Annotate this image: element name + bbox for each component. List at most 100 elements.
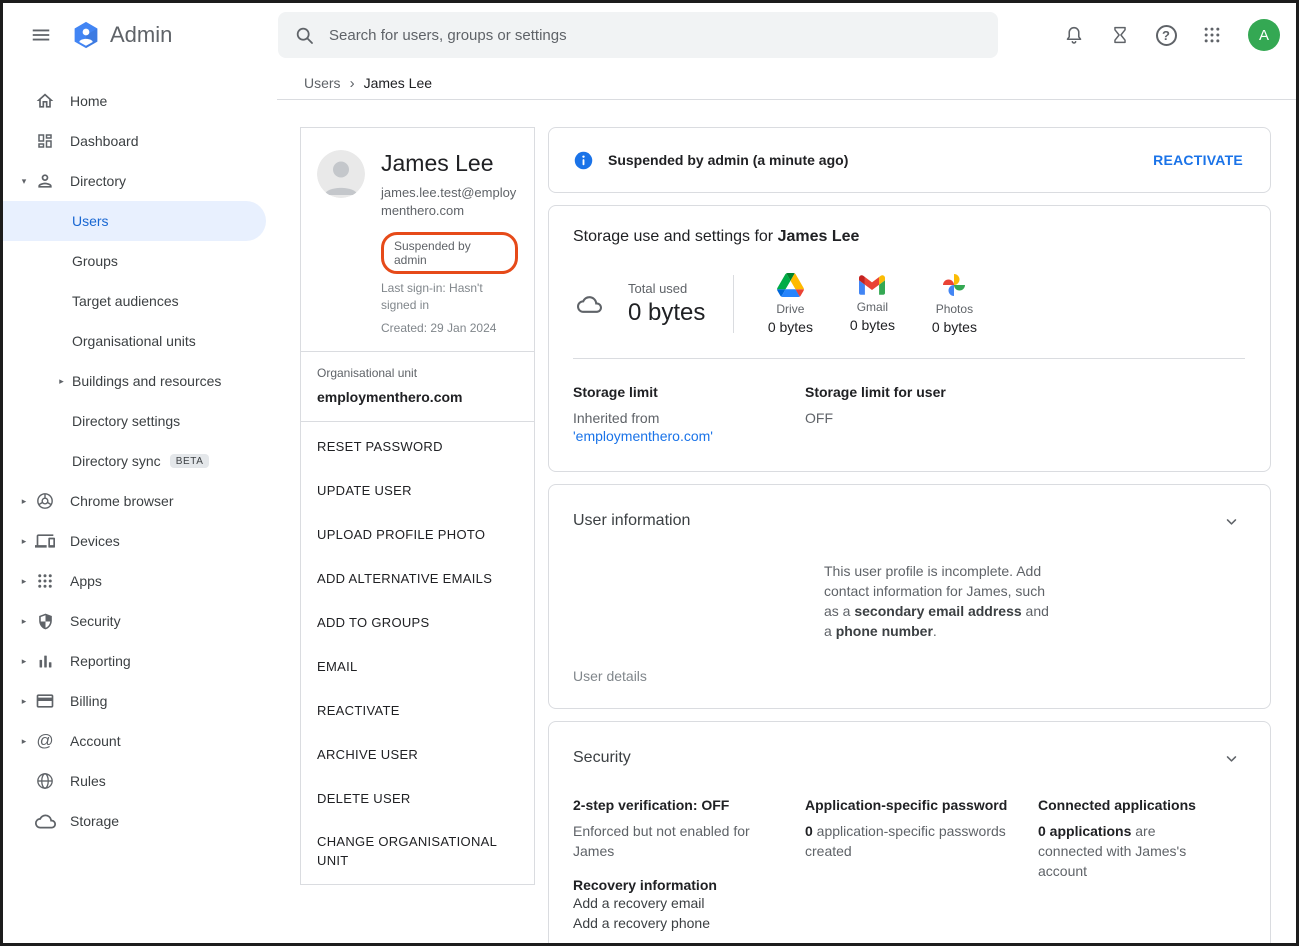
expand-arrow-icon[interactable]: ▸ <box>15 496 33 507</box>
total-used-block: Total used 0 bytes <box>628 281 705 327</box>
admin-console-window: Admin ? A <box>0 0 1299 946</box>
sidebar-item-home[interactable]: Home <box>3 81 277 121</box>
breadcrumb: Users › James Lee <box>277 67 1296 100</box>
admin-logo[interactable]: Admin <box>71 20 172 50</box>
sidebar-item-directory-settings[interactable]: Directory settings <box>3 401 277 441</box>
search-input[interactable] <box>329 27 982 44</box>
count-bold: 0 applications <box>1038 823 1131 839</box>
add-recovery-phone-link[interactable]: Add a recovery phone <box>573 913 805 933</box>
expand-arrow-icon[interactable]: ▸ <box>15 536 33 547</box>
at-sign-icon: @ <box>33 729 57 753</box>
search-icon <box>294 25 315 46</box>
app-title: Admin <box>110 22 172 48</box>
user-storage-limit-value: OFF <box>805 409 1037 427</box>
app-password-column: Application-specific password 0 applicat… <box>805 797 1038 933</box>
account-avatar[interactable]: A <box>1248 19 1280 51</box>
search-bar[interactable] <box>278 12 998 58</box>
sidebar-item-storage[interactable]: Storage <box>3 801 277 841</box>
sidebar-item-apps[interactable]: ▸ Apps <box>3 561 277 601</box>
notifications-bell-icon[interactable] <box>1054 15 1094 55</box>
reset-password-button[interactable]: RESET PASSWORD <box>301 424 534 468</box>
update-user-button[interactable]: UPDATE USER <box>301 468 534 512</box>
storage-limit-label: Storage limit <box>573 384 805 400</box>
sidebar-item-buildings-and-resources[interactable]: ▸ Buildings and resources <box>3 361 277 401</box>
sidebar-item-account[interactable]: ▸ @ Account <box>3 721 277 761</box>
profile-incomplete-message: This user profile is incomplete. Add con… <box>824 561 1059 641</box>
credit-card-icon <box>33 689 57 713</box>
delete-user-button[interactable]: DELETE USER <box>301 776 534 820</box>
sidebar-item-rules[interactable]: Rules <box>3 761 277 801</box>
sidebar-item-organisational-units[interactable]: Organisational units <box>3 321 277 361</box>
sidebar-item-directory-sync[interactable]: Directory sync BETA <box>3 441 277 481</box>
org-unit-section: Organisational unit employmenthero.com <box>301 351 534 421</box>
sidebar-item-label: Apps <box>70 573 102 589</box>
suspended-status-badge: Suspended by admin <box>381 232 518 274</box>
devices-icon <box>33 529 57 553</box>
expand-arrow-icon[interactable]: ▸ <box>15 616 33 627</box>
sidebar-item-groups[interactable]: Groups <box>3 241 277 281</box>
archive-user-button[interactable]: ARCHIVE USER <box>301 732 534 776</box>
connected-applications-label: Connected applications <box>1038 797 1245 813</box>
sidebar-item-users[interactable]: Users <box>3 201 266 241</box>
reactivate-button[interactable]: REACTIVATE <box>301 688 534 732</box>
sidebar-item-billing[interactable]: ▸ Billing <box>3 681 277 721</box>
expand-arrow-icon[interactable]: ▸ <box>51 376 72 387</box>
profile-actions-list: RESET PASSWORD UPDATE USER UPLOAD PROFIL… <box>301 421 534 884</box>
drive-icon <box>777 273 804 297</box>
security-header[interactable]: Security <box>573 744 1245 772</box>
sidebar-item-reporting[interactable]: ▸ Reporting <box>3 641 277 681</box>
info-icon <box>573 150 594 171</box>
profile-header-text: James Lee james.lee.test@employmenthero.… <box>381 150 518 337</box>
expand-arrow-icon[interactable]: ▸ <box>15 656 33 667</box>
add-recovery-email-link[interactable]: Add a recovery email <box>573 893 805 913</box>
org-unit-link[interactable]: 'employmenthero.com' <box>573 427 805 445</box>
sidebar-item-target-audiences[interactable]: Target audiences <box>3 281 277 321</box>
expand-arrow-icon[interactable]: ▾ <box>15 176 33 187</box>
add-to-groups-button[interactable]: ADD TO GROUPS <box>301 600 534 644</box>
menu-icon[interactable] <box>19 13 63 57</box>
cloud-icon <box>577 292 602 317</box>
beta-badge: BETA <box>170 454 210 468</box>
sidebar-item-label: Account <box>70 733 121 749</box>
created-date-text: Created: 29 Jan 2024 <box>381 320 518 337</box>
sidebar-item-label: Groups <box>72 253 118 269</box>
avatar-letter: A <box>1259 27 1269 44</box>
chevron-down-icon[interactable] <box>1217 744 1245 772</box>
change-organisational-unit-button[interactable]: CHANGE ORGANISATIONAL UNIT <box>301 820 534 882</box>
user-email: james.lee.test@employmenthero.com <box>381 184 518 220</box>
tasks-hourglass-icon[interactable] <box>1100 15 1140 55</box>
user-details-link[interactable]: User details <box>573 668 1245 684</box>
storage-limit-block: Storage limit Inherited from 'employment… <box>573 384 805 445</box>
add-alternative-emails-button[interactable]: ADD ALTERNATIVE EMAILS <box>301 556 534 600</box>
banner-reactivate-button[interactable]: REACTIVATE <box>1153 152 1243 168</box>
expand-arrow-icon[interactable]: ▸ <box>15 736 33 747</box>
sidebar-item-security[interactable]: ▸ Security <box>3 601 277 641</box>
app-specific-password-label: Application-specific password <box>805 797 1038 813</box>
expand-arrow-icon[interactable]: ▸ <box>15 576 33 587</box>
sidebar-item-chrome-browser[interactable]: ▸ Chrome browser <box>3 481 277 521</box>
sidebar-item-label: Organisational units <box>72 333 196 349</box>
expand-arrow-icon[interactable]: ▸ <box>15 696 33 707</box>
sidebar-item-devices[interactable]: ▸ Devices <box>3 521 277 561</box>
email-button[interactable]: EMAIL <box>301 644 534 688</box>
directory-person-icon <box>33 169 57 193</box>
apps-grid-icon[interactable] <box>1192 15 1232 55</box>
breadcrumb-users-link[interactable]: Users <box>304 75 341 91</box>
storage-limit-inherited-text: Inherited from <box>573 409 805 427</box>
app-specific-password-desc: 0 application-specific passwords created <box>805 821 1038 861</box>
upload-profile-photo-button[interactable]: UPLOAD PROFILE PHOTO <box>301 512 534 556</box>
sidebar-item-dashboard[interactable]: Dashboard <box>3 121 277 161</box>
help-icon[interactable]: ? <box>1146 15 1186 55</box>
user-information-card: User information This user profile is in… <box>548 484 1271 709</box>
gmail-label: Gmail <box>857 300 888 314</box>
total-used-label: Total used <box>628 281 705 296</box>
sidebar-item-directory[interactable]: ▾ Directory <box>3 161 277 201</box>
suspended-banner: Suspended by admin (a minute ago) REACTI… <box>548 127 1271 193</box>
banner-message: Suspended by admin (a minute ago) <box>608 152 848 168</box>
storage-title-name: James Lee <box>778 228 860 245</box>
last-signin-text: Last sign-in: Hasn't signed in <box>381 280 518 314</box>
user-information-header[interactable]: User information <box>573 507 1245 535</box>
photos-usage: Photos 0 bytes <box>926 273 982 335</box>
chevron-down-icon[interactable] <box>1217 507 1245 535</box>
cloud-icon <box>33 809 57 833</box>
